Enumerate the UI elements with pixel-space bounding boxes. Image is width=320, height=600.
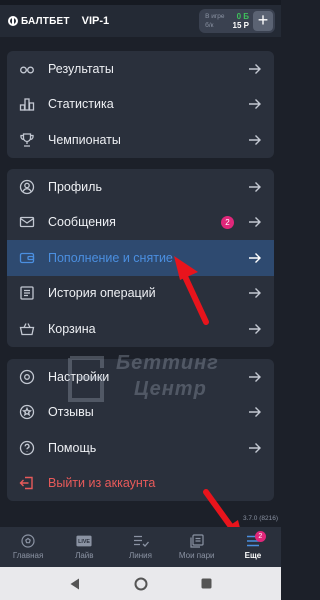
- history-icon: [19, 285, 35, 301]
- menu-item-label: Помощь: [48, 440, 97, 455]
- nav-home[interactable]: Главная: [0, 527, 56, 567]
- chevron-right-icon: [249, 217, 261, 228]
- brand-logo-icon: [8, 16, 18, 26]
- more-badge: 2: [254, 531, 266, 542]
- menu-item-reviews[interactable]: Отзывы: [7, 395, 274, 431]
- in-game-value: 0 Б: [236, 12, 249, 21]
- menu-item-label: Выйти из аккаунта: [48, 476, 156, 491]
- user-icon: [19, 179, 35, 195]
- home-circle-icon: [134, 577, 147, 590]
- menu-item-label: Результаты: [48, 61, 114, 76]
- menu-item-deposit-withdraw[interactable]: Пополнение и снятие: [7, 240, 274, 276]
- gear-icon: [19, 369, 35, 385]
- menu-item-label: Корзина: [48, 321, 96, 336]
- nav-label: Линия: [129, 551, 152, 560]
- chevron-right-icon: [249, 63, 261, 74]
- menu-group-account: Профиль Сообщения 2 Пополнение и снятие …: [7, 169, 274, 347]
- live-icon-text: LIVE: [78, 539, 90, 545]
- chevron-right-icon: [249, 99, 261, 110]
- app-header: БАЛТБЕТ VIP-1 В игре б/к 0 Б 15 Р +: [0, 5, 281, 37]
- glasses-icon: [19, 61, 35, 77]
- logout-icon: [19, 475, 35, 491]
- menu-item-label: Сообщения: [48, 215, 116, 230]
- nav-my-bets[interactable]: Мои пари: [169, 527, 225, 567]
- app-version: 3.7.0 (8216): [242, 515, 278, 522]
- nav-line[interactable]: Линия: [112, 527, 168, 567]
- menu-item-championships[interactable]: Чемпионаты: [7, 122, 274, 158]
- chevron-right-icon: [249, 252, 261, 263]
- nav-label: Главная: [12, 551, 44, 560]
- wallet-icon: [19, 250, 35, 266]
- bonus-label: б/к: [205, 22, 214, 29]
- nav-live[interactable]: LIVE Лайв: [56, 527, 112, 567]
- help-icon: [19, 440, 35, 456]
- nav-more[interactable]: 2 Еще: [225, 527, 281, 567]
- chevron-right-icon: [249, 407, 261, 418]
- menu-item-messages[interactable]: Сообщения 2: [7, 205, 274, 241]
- recents-square-icon: [201, 578, 212, 589]
- system-navigation-bar: [0, 567, 281, 600]
- menu-item-label: Чемпионаты: [48, 132, 121, 147]
- star-icon: [19, 404, 35, 420]
- add-funds-button[interactable]: +: [253, 11, 273, 31]
- menu-item-label: Настройки: [48, 369, 110, 384]
- chevron-right-icon: [249, 288, 261, 299]
- trophy-icon: [19, 132, 35, 148]
- live-icon: LIVE: [76, 535, 92, 547]
- chevron-right-icon: [249, 181, 261, 192]
- basket-icon: [19, 321, 35, 337]
- home-button[interactable]: [134, 577, 148, 591]
- main-balance-value: 15 Р: [232, 21, 249, 30]
- menu-item-help[interactable]: Помощь: [7, 430, 274, 466]
- chevron-right-icon: [249, 323, 261, 334]
- menu-group-info: Результаты Статистика Чемпионаты: [7, 51, 274, 158]
- menu-item-results[interactable]: Результаты: [7, 51, 274, 87]
- recents-button[interactable]: [200, 577, 214, 591]
- menu-item-statistics[interactable]: Статистика: [7, 87, 274, 123]
- menu-item-label: Пополнение и снятие: [48, 250, 173, 265]
- envelope-icon: [19, 214, 35, 230]
- chevron-right-icon: [249, 134, 261, 145]
- nav-label: Еще: [244, 551, 262, 560]
- bottom-navigation: Главная LIVE Лайв Линия Мои пари 2 Еще: [0, 527, 281, 567]
- menu-item-history[interactable]: История операций: [7, 276, 274, 312]
- back-button[interactable]: [68, 577, 82, 591]
- bar-chart-icon: [19, 96, 35, 112]
- brand-name: БАЛТБЕТ: [21, 15, 70, 27]
- tickets-icon: [190, 534, 204, 548]
- menu-item-logout[interactable]: Выйти из аккаунта: [7, 466, 274, 502]
- menu-item-label: Статистика: [48, 97, 114, 112]
- chevron-right-icon: [249, 442, 261, 453]
- nav-label: Мои пари: [178, 551, 215, 560]
- menu-item-label: Отзывы: [48, 405, 94, 420]
- menu-item-basket[interactable]: Корзина: [7, 311, 274, 347]
- back-triangle-icon: [70, 578, 79, 589]
- in-game-label: В игре: [205, 13, 225, 20]
- unread-badge: 2: [221, 215, 234, 229]
- nav-label: Лайв: [75, 551, 94, 560]
- vip-level[interactable]: VIP-1: [82, 15, 110, 27]
- menu-item-label: История операций: [48, 286, 156, 301]
- chevron-right-icon: [249, 371, 261, 382]
- balance-widget[interactable]: В игре б/к 0 Б 15 Р +: [199, 9, 275, 33]
- menu-item-profile[interactable]: Профиль: [7, 169, 274, 205]
- soccer-ball-icon: [21, 534, 35, 548]
- brand-logo[interactable]: БАЛТБЕТ: [8, 16, 70, 27]
- menu-item-settings[interactable]: Настройки: [7, 359, 274, 395]
- menu-item-label: Профиль: [48, 179, 102, 194]
- checklist-icon: [133, 535, 149, 547]
- menu-group-settings: Настройки Отзывы Помощь Выйти из аккаунт…: [7, 359, 274, 501]
